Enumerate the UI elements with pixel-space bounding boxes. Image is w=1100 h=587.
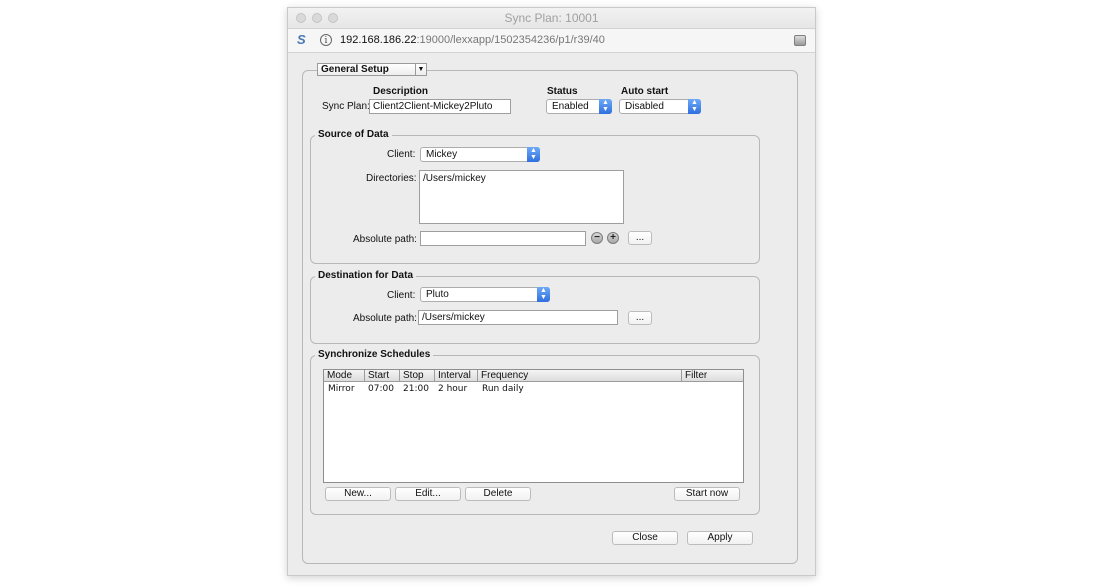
title-bar: Sync Plan: 10001 xyxy=(288,8,815,29)
column-header-interval[interactable]: Interval xyxy=(435,370,478,382)
schedules-title: Synchronize Schedules xyxy=(315,349,434,360)
info-icon[interactable]: i xyxy=(320,34,332,46)
column-header-frequency[interactable]: Frequency xyxy=(478,370,682,382)
cell-frequency: Run daily xyxy=(482,384,524,394)
minus-icon[interactable]: − xyxy=(591,232,603,244)
status-header: Status xyxy=(547,86,578,97)
select-arrows-icon: ▲ ▼ xyxy=(527,147,540,162)
column-header-start[interactable]: Start xyxy=(365,370,400,382)
destination-title: Destination for Data xyxy=(315,270,417,281)
sync-plan-label: Sync Plan: xyxy=(322,101,370,112)
mode-selector[interactable]: General Setup ▼ xyxy=(317,63,427,76)
list-item[interactable]: /Users/mickey xyxy=(423,173,486,184)
url-text[interactable]: 192.168.186.22:19000/lexxapp/1502354236/… xyxy=(340,34,605,46)
source-title: Source of Data xyxy=(315,129,392,140)
source-absolute-path-field[interactable] xyxy=(420,231,586,246)
dropdown-arrow-icon: ▼ xyxy=(415,64,426,75)
window-title: Sync Plan: 10001 xyxy=(504,11,599,25)
cell-stop: 21:00 xyxy=(403,384,429,394)
source-browse-button[interactable]: ... xyxy=(628,231,652,245)
schedules-table[interactable]: Mode Start Stop Interval Frequency Filte… xyxy=(323,369,744,483)
status-select[interactable]: Enabled ▲ ▼ xyxy=(546,99,612,114)
source-absolute-path-label: Absolute path: xyxy=(353,234,417,245)
destination-absolute-path-field[interactable]: /Users/mickey xyxy=(418,310,618,325)
select-arrows-icon: ▲ ▼ xyxy=(688,99,701,114)
table-row[interactable]: Mirror 07:00 21:00 2 hour Run daily xyxy=(324,383,743,395)
source-client-value: Mickey xyxy=(426,149,458,160)
destination-absolute-path-label: Absolute path: xyxy=(353,313,417,324)
address-bar: S i 192.168.186.22:19000/lexxapp/1502354… xyxy=(288,29,815,53)
auto-start-select-value: Disabled xyxy=(625,101,664,112)
source-client-label: Client: xyxy=(387,149,416,160)
start-now-button[interactable]: Start now xyxy=(674,487,740,501)
select-arrows-icon: ▲ ▼ xyxy=(599,99,612,114)
cell-interval: 2 hour xyxy=(438,384,468,394)
auto-start-header: Auto start xyxy=(621,86,669,97)
select-arrows-icon: ▲ ▼ xyxy=(537,287,550,302)
description-header: Description xyxy=(373,86,429,97)
drive-icon[interactable] xyxy=(794,35,806,46)
directories-list[interactable]: /Users/mickey xyxy=(419,170,624,224)
close-button[interactable]: Close xyxy=(612,531,678,545)
sync-plan-name-field[interactable]: Client2Client-Mickey2Pluto xyxy=(369,99,511,114)
auto-start-select[interactable]: Disabled ▲ ▼ xyxy=(619,99,701,114)
destination-browse-button[interactable]: ... xyxy=(628,311,652,325)
status-select-value: Enabled xyxy=(552,101,589,112)
mode-selector-value: General Setup xyxy=(321,64,389,75)
column-header-filter[interactable]: Filter xyxy=(682,370,743,382)
column-header-stop[interactable]: Stop xyxy=(400,370,435,382)
plus-icon[interactable]: + xyxy=(607,232,619,244)
sync-plan-window: Sync Plan: 10001 S i 192.168.186.22:1900… xyxy=(287,7,816,576)
directories-label: Directories: xyxy=(366,173,417,184)
destination-client-value: Pluto xyxy=(426,289,449,300)
column-header-mode[interactable]: Mode xyxy=(324,370,365,382)
s-logo-icon[interactable]: S xyxy=(297,32,306,47)
edit-schedule-button[interactable]: Edit... xyxy=(395,487,461,501)
new-schedule-button[interactable]: New... xyxy=(325,487,391,501)
delete-schedule-button[interactable]: Delete xyxy=(465,487,531,501)
cell-start: 07:00 xyxy=(368,384,394,394)
source-client-select[interactable]: Mickey ▲ ▼ xyxy=(420,147,540,162)
destination-client-label: Client: xyxy=(387,290,416,301)
apply-button[interactable]: Apply xyxy=(687,531,753,545)
url-path: :19000/lexxapp/1502354236/p1/r39/40 xyxy=(416,34,605,46)
destination-client-select[interactable]: Pluto ▲ ▼ xyxy=(420,287,550,302)
cell-mode: Mirror xyxy=(328,384,355,394)
url-host: 192.168.186.22 xyxy=(340,34,417,46)
